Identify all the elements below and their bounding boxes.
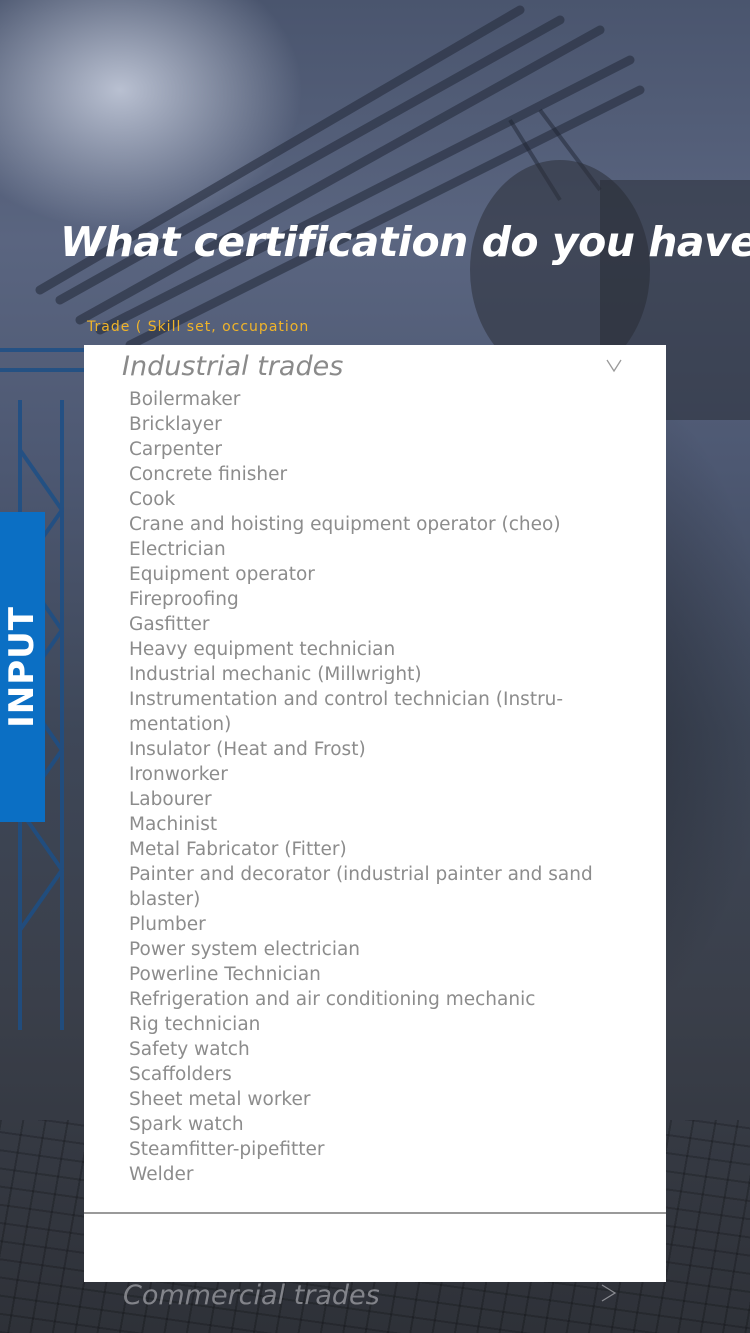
trade-option[interactable]: Industrial mechanic (Millwright) xyxy=(129,662,644,687)
panel-divider xyxy=(84,1212,666,1214)
trade-option[interactable]: Boilermaker xyxy=(129,387,644,412)
input-side-tab-label: INPUT xyxy=(2,606,42,728)
trade-option[interactable]: Cook xyxy=(129,487,644,512)
page-title: What certification do you have? xyxy=(60,218,750,266)
trade-option[interactable]: Instrumentation and control technician (… xyxy=(129,687,644,737)
trade-option[interactable]: Welder xyxy=(129,1162,644,1187)
trade-option[interactable]: Scaffolders xyxy=(129,1062,644,1087)
trade-option[interactable]: Painter and decorator (industrial painte… xyxy=(129,862,644,912)
trade-option[interactable]: Ironworker xyxy=(129,762,644,787)
trade-option[interactable]: Rig technician xyxy=(129,1012,644,1037)
trade-option[interactable]: Concrete finisher xyxy=(129,462,644,487)
trade-option[interactable]: Plumber xyxy=(129,912,644,937)
dropdown-title: Industrial trades xyxy=(122,351,344,382)
trade-option[interactable]: Crane and hoisting equipment operator (c… xyxy=(129,512,644,537)
trade-option[interactable]: Equipment operator xyxy=(129,562,644,587)
trade-option[interactable]: Safety watch xyxy=(129,1037,644,1062)
trade-option[interactable]: Insulator (Heat and Frost) xyxy=(129,737,644,762)
trade-option[interactable]: Metal Fabricator (Fitter) xyxy=(129,837,644,862)
trade-option[interactable]: Fireproofing xyxy=(129,587,644,612)
trade-field-label: Trade ( Skill set, occupation xyxy=(87,319,310,335)
trade-option[interactable]: Refrigeration and air conditioning mecha… xyxy=(129,987,644,1012)
trade-option[interactable]: Bricklayer xyxy=(129,412,644,437)
trade-option[interactable]: Machinist xyxy=(129,812,644,837)
trade-option[interactable]: Labourer xyxy=(129,787,644,812)
trade-option[interactable]: Carpenter xyxy=(129,437,644,462)
trade-option[interactable]: Steamfitter-pipefitter xyxy=(129,1137,644,1162)
trade-option[interactable]: Spark watch xyxy=(129,1112,644,1137)
trade-option[interactable]: Gasfitter xyxy=(129,612,644,637)
trade-option[interactable]: Heavy equipment technician xyxy=(129,637,644,662)
trade-option[interactable]: Powerline Technician xyxy=(129,962,644,987)
trade-option[interactable]: Electrician xyxy=(129,537,644,562)
trade-dropdown-panel: Industrial trades Boilermaker Bricklayer… xyxy=(84,345,666,1282)
trade-option[interactable]: Sheet metal worker xyxy=(129,1087,644,1112)
commercial-trades-dropdown[interactable]: Commercial trades xyxy=(123,1280,380,1311)
trade-options-list: Boilermaker Bricklayer Carpenter Concret… xyxy=(129,387,644,1187)
industrial-trades-dropdown[interactable]: Industrial trades xyxy=(122,349,632,389)
chevron-right-icon[interactable] xyxy=(600,1284,616,1302)
chevron-down-icon[interactable] xyxy=(606,357,622,373)
trade-option[interactable]: Power system electrician xyxy=(129,937,644,962)
